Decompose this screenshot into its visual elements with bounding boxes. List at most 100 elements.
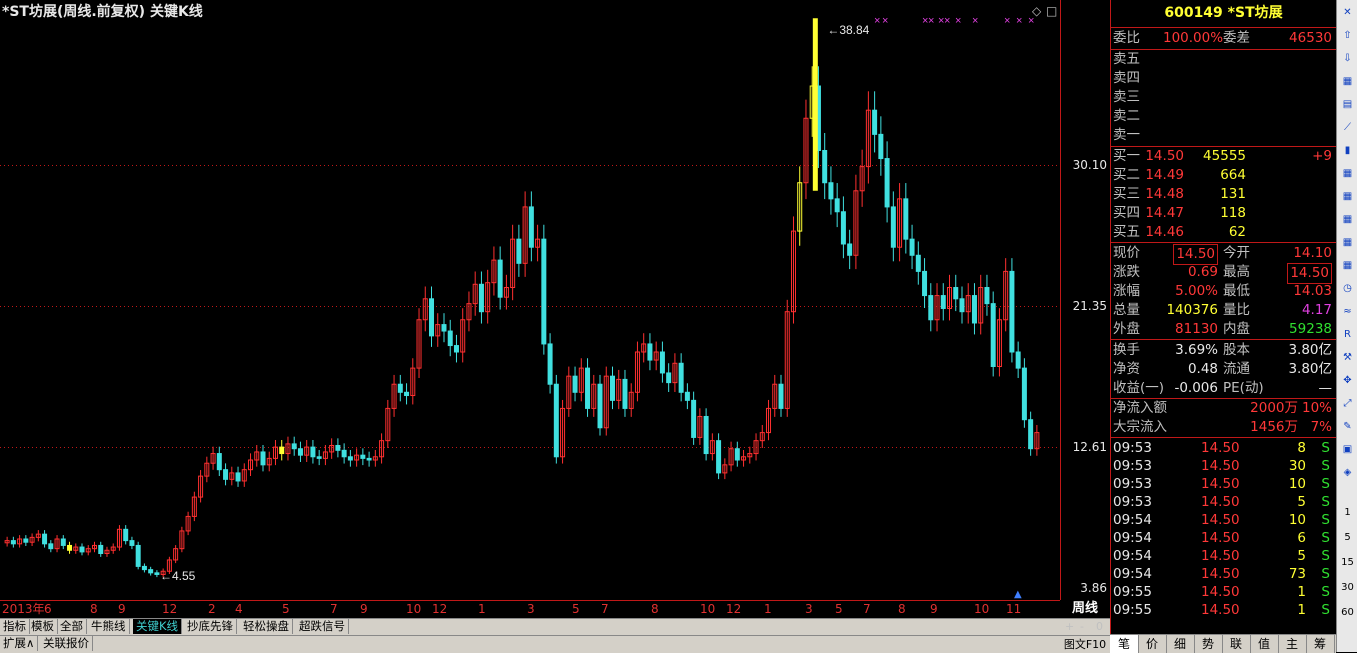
candle-body[interactable] [1009,270,1015,353]
candle-body[interactable] [141,565,147,571]
candle-body[interactable] [1015,351,1021,369]
tab-easy-trade[interactable]: 轻松操盘 [240,619,293,634]
period-minute-button[interactable]: 1 [1340,505,1355,520]
candle-body[interactable] [915,254,921,272]
candle-body[interactable] [347,456,353,461]
candle-body[interactable] [872,109,878,135]
candle-body[interactable] [678,362,684,393]
candle-body[interactable] [984,287,990,305]
candle-body[interactable] [903,198,909,240]
square-icon[interactable]: □ [1046,4,1057,18]
tab-bottom-pioneer[interactable]: 抄底先锋 [184,619,237,634]
history-icon[interactable]: ◷ [1340,281,1355,296]
tab-key-kline[interactable]: 关键K线 [133,619,183,634]
candle-body[interactable] [98,544,104,555]
detail-tab[interactable]: 主 [1278,635,1307,653]
move-icon[interactable]: ✥ [1340,373,1355,388]
candle-body[interactable] [884,158,890,208]
candle-body[interactable] [716,440,722,474]
candle-body[interactable] [316,456,322,459]
candle-body[interactable] [572,375,578,393]
candle-body[interactable] [878,133,884,160]
candle-body[interactable] [1028,419,1034,450]
candle-body[interactable] [922,270,928,297]
f10-icon[interactable]: ▦ [1340,189,1355,204]
f10-info-button[interactable]: 图文F10 [1060,635,1110,653]
detail-tab[interactable]: 联 [1222,635,1251,653]
candle-body[interactable] [279,446,285,455]
candle-body[interactable] [647,343,653,361]
f11-icon[interactable]: ▦ [1340,212,1355,227]
candle-body[interactable] [404,391,410,397]
period-minute-button[interactable]: 5 [1340,530,1355,545]
candle-body[interactable] [148,569,154,574]
tab-expand[interactable]: 扩展∧ [0,636,39,651]
detail-tab[interactable]: 势 [1194,635,1223,653]
candle-body[interactable] [990,303,996,368]
candle-body[interactable] [154,572,160,575]
zoom-out-button[interactable]: - [1080,619,1084,635]
candle-body[interactable] [60,538,66,546]
period-minute-button[interactable]: 60 [1340,605,1355,620]
candle-body[interactable] [547,343,553,385]
candle-body[interactable] [778,383,784,409]
candle-body[interactable] [734,448,740,461]
candle-body[interactable] [310,446,316,458]
candle-body[interactable] [10,540,16,545]
candle-body[interactable] [478,283,484,313]
candle-body[interactable] [223,469,229,480]
candle-body[interactable] [585,367,591,409]
candle-body[interactable] [553,383,559,458]
close-icon[interactable]: ✕ [1340,5,1355,20]
candle-body[interactable] [597,383,603,429]
candle-body[interactable] [928,295,934,321]
candle-body[interactable] [940,295,946,309]
candle-body[interactable] [42,533,48,545]
wave-icon[interactable]: ≈ [1340,304,1355,319]
candle-body[interactable] [341,449,347,458]
candle-body[interactable] [291,443,297,450]
box-icon[interactable]: ▣ [1340,442,1355,457]
detail-tab[interactable]: 值 [1250,635,1279,653]
candle-body[interactable] [691,399,697,438]
candle-body[interactable] [216,453,222,471]
refresh-icon[interactable]: ◈ [1340,465,1355,480]
candle-body[interactable] [516,238,522,264]
candle-body[interactable] [959,298,965,313]
candle-body[interactable] [260,451,266,466]
period-label[interactable]: 周线 [1060,600,1110,618]
zoom-in-button[interactable]: + [1065,619,1074,635]
zoom-reset-button[interactable]: 0 [1096,619,1103,635]
f10-alt-icon[interactable]: ▦ [1340,258,1355,273]
f10-icon[interactable]: ▦ [1340,166,1355,181]
candle-body[interactable] [79,546,85,553]
kline-icon[interactable]: ▮ [1340,143,1355,158]
tab-bull-bear[interactable]: 牛熊线 [88,619,130,634]
kline-svg[interactable]: ←38.84←4.55× × × × × × × × × × ×▲ [0,0,1060,600]
candle-body[interactable] [703,415,709,455]
detail-tab[interactable]: 细 [1166,635,1195,653]
pencil-icon[interactable]: ✎ [1340,419,1355,434]
candle-body[interactable] [123,528,129,542]
rsi-icon[interactable]: R [1340,327,1355,342]
candle-body[interactable] [847,243,853,256]
detail-tab[interactable]: 笔 [1110,635,1139,653]
candle-body[interactable] [953,287,959,300]
expand-icon[interactable]: ⤢ [1340,396,1355,411]
tab-indicator[interactable]: 指标 [0,619,30,634]
candle-body[interactable] [622,378,628,409]
tab-template[interactable]: 模板 [28,619,58,634]
kline-chart[interactable]: ←38.84 ←4.55 × × × × × × × × × × × ▲ *ST坊展(周线.前复权) 关键… [0,0,1060,600]
candle-body[interactable] [67,544,73,551]
tab-oversold-signal[interactable]: 超跌信号 [296,619,349,634]
candle-body[interactable] [909,238,915,256]
candle-body[interactable] [666,372,672,384]
tab-all[interactable]: 全部 [57,619,87,634]
up-arrow-icon[interactable]: ⇧ [1340,28,1355,43]
candle-body[interactable] [890,206,896,248]
candle-body[interactable] [235,472,241,482]
candle-body[interactable] [453,345,459,353]
period-minute-button[interactable]: 15 [1340,555,1355,570]
candle-body[interactable] [23,538,29,543]
candle-body[interactable] [834,198,840,213]
